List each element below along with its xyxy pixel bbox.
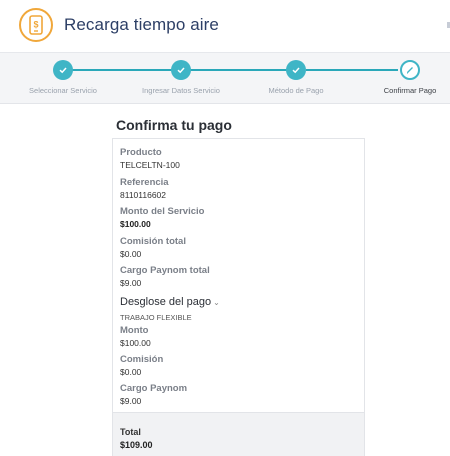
- total-label: Total: [120, 427, 141, 437]
- check-icon: [171, 60, 191, 80]
- field-value: TELCELTN-100: [120, 160, 180, 170]
- step-label: Seleccionar Servicio: [29, 86, 97, 95]
- step-label: Confirmar Pago: [383, 86, 437, 95]
- field-label: Cargo Paynom total: [120, 265, 210, 276]
- progress-stepper: Seleccionar Servicio Ingresar Datos Serv…: [0, 53, 450, 104]
- field-value: $0.00: [120, 249, 142, 259]
- payment-summary-card: Producto TELCELTN-100 Referencia 8110116…: [112, 138, 365, 456]
- mobile-dollar-icon: $: [19, 8, 53, 42]
- field-cargo-paynom-total: Cargo Paynom total $9.00: [120, 265, 210, 288]
- svg-text:$: $: [33, 20, 38, 30]
- field-label: Comisión total: [120, 236, 186, 247]
- field-label: Cargo Paynom: [120, 383, 188, 394]
- field-value: $9.00: [120, 278, 142, 288]
- breakdown-subtitle: TRABAJO FLEXIBLE: [120, 313, 192, 322]
- field-cargo-paynom: Cargo Paynom $9.00: [120, 383, 187, 406]
- step-label: Ingresar Datos Servicio: [142, 86, 220, 95]
- field-label: Referencia: [120, 177, 169, 188]
- field-value: $0.00: [120, 367, 142, 377]
- step-label: Método de Pago: [268, 86, 324, 95]
- check-icon: [53, 60, 73, 80]
- field-label: Producto: [120, 147, 162, 158]
- chevron-down-icon: ⌄: [213, 298, 220, 307]
- field-comision-total: Comisión total $0.00: [120, 236, 186, 259]
- header: $ Recarga tiempo aire: [0, 0, 450, 53]
- field-referencia: Referencia 8110116602: [120, 177, 169, 200]
- app-window: $ Recarga tiempo aire Seleccionar Servic…: [0, 0, 450, 456]
- step-metodo-de-pago[interactable]: Método de Pago: [236, 53, 356, 95]
- field-producto: Producto TELCELTN-100: [120, 147, 180, 170]
- step-ingresar-datos[interactable]: Ingresar Datos Servicio: [121, 53, 241, 95]
- total-section: Total $109.00: [113, 412, 364, 456]
- field-comision: Comisión $0.00: [120, 354, 163, 377]
- field-label: Monto del Servicio: [120, 206, 205, 217]
- page-title: Recarga tiempo aire: [64, 15, 219, 34]
- field-label: Comisión: [120, 354, 164, 365]
- step-seleccionar-servicio[interactable]: Seleccionar Servicio: [3, 53, 123, 95]
- check-icon: [286, 60, 306, 80]
- field-label: Monto: [120, 325, 149, 336]
- step-confirmar-pago[interactable]: Confirmar Pago: [350, 53, 450, 95]
- field-value: 8110116602: [120, 190, 167, 200]
- field-value: $100.00: [120, 338, 151, 348]
- total-value: $109.00: [120, 440, 153, 450]
- breakdown-title: Desglose del pago: [120, 296, 212, 308]
- field-value: $9.00: [120, 396, 142, 406]
- section-title: Confirma tu pago: [116, 117, 232, 133]
- field-value: $100.00: [120, 219, 151, 229]
- breakdown-toggle[interactable]: Desglose del pago ⌄: [120, 296, 220, 308]
- field-monto: Monto $100.00: [120, 325, 151, 348]
- pencil-icon: [400, 60, 420, 80]
- field-monto-servicio: Monto del Servicio $100.00: [120, 206, 204, 229]
